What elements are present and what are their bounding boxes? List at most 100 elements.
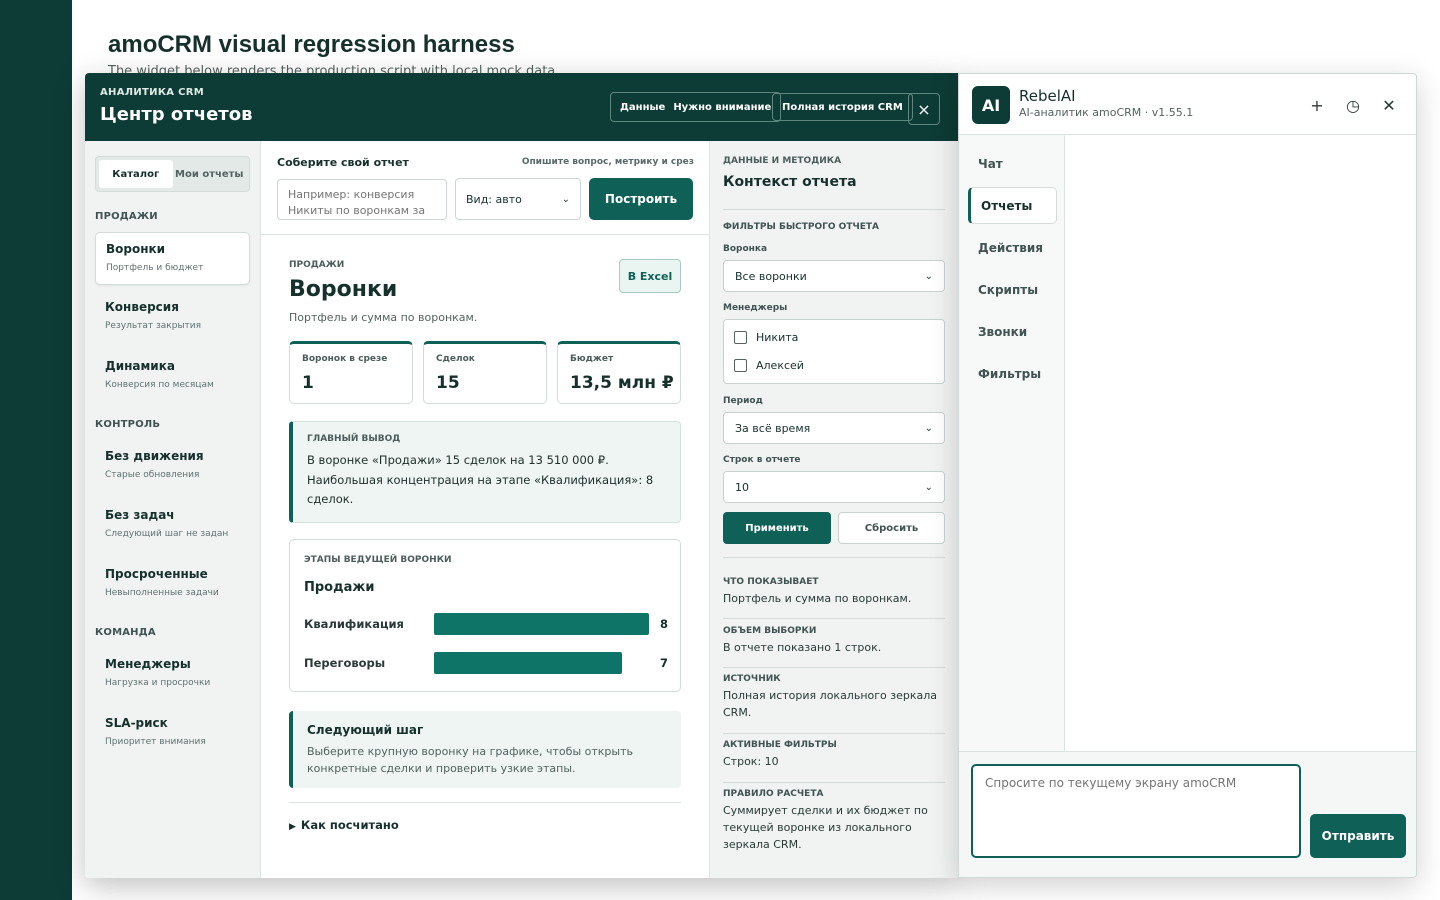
divider xyxy=(723,618,945,619)
view-select[interactable]: Вид: авто ⌄ xyxy=(455,178,581,220)
tab-scripts[interactable]: Скрипты xyxy=(968,271,1057,308)
send-button[interactable]: Отправить xyxy=(1310,814,1406,858)
report-context-panel: ДАННЫЕ И МЕТОДИКА Контекст отчета ФИЛЬТР… xyxy=(709,141,958,878)
nav-item-overdue[interactable]: Просроченные Невыполненные задачи xyxy=(95,558,250,611)
info-value: Полная история локального зеркала CRM. xyxy=(723,689,938,719)
assistant-name: RebelAI xyxy=(1019,87,1076,105)
nav-item-title: Динамика xyxy=(105,359,175,373)
full-history-button[interactable]: Полная история CRM xyxy=(772,93,913,121)
period-select[interactable]: За всё время ⌄ xyxy=(723,412,945,444)
divider xyxy=(723,667,945,668)
nav-item-dynamics[interactable]: Динамика Конверсия по месяцам xyxy=(95,350,250,403)
nav-item-subtitle: Конверсия по месяцам xyxy=(105,380,214,390)
rows-select-value: 10 xyxy=(735,480,749,494)
assistant-composer: Отправить xyxy=(959,751,1416,877)
funnel-select[interactable]: Все воронки ⌄ xyxy=(723,260,945,292)
assistant-question-input[interactable] xyxy=(971,764,1301,858)
header-segment-group: Данные Нужно внимание xyxy=(610,92,782,122)
manager-name: Алексей xyxy=(756,359,804,372)
rows-select[interactable]: 10 ⌄ xyxy=(723,471,945,503)
close-icon[interactable]: ✕ xyxy=(1379,95,1399,115)
plus-icon[interactable]: + xyxy=(1307,95,1327,115)
stage-row[interactable]: Переговоры 7 xyxy=(304,652,674,674)
chevron-down-icon: ⌄ xyxy=(924,422,933,434)
data-button[interactable]: Данные xyxy=(620,102,665,113)
attention-button[interactable]: Нужно внимание xyxy=(673,102,771,113)
chevron-down-icon: ⌄ xyxy=(924,270,933,282)
report-catalog-nav: Каталог Мои отчеты ПРОДАЖИ Воронки Портф… xyxy=(85,141,261,878)
close-icon[interactable]: × xyxy=(908,93,940,125)
assistant-content xyxy=(1065,135,1416,751)
report-builder: Соберите свой отчет Опишите вопрос, метр… xyxy=(261,141,709,235)
nav-item-subtitle: Приоритет внимания xyxy=(105,737,206,747)
info-value: В отчете показано 1 строк. xyxy=(723,641,882,654)
info-value: Строк: 10 xyxy=(723,755,779,768)
divider xyxy=(723,557,945,558)
tab-calls[interactable]: Звонки xyxy=(968,313,1057,350)
reset-filters-button[interactable]: Сбросить xyxy=(838,512,945,544)
nav-item-title: Без движения xyxy=(105,449,204,463)
tab-actions[interactable]: Действия xyxy=(968,229,1057,266)
filters-title: ФИЛЬТРЫ БЫСТРОГО ОТЧЕТА xyxy=(723,222,879,232)
nav-section-control: КОНТРОЛЬ xyxy=(95,419,161,430)
nav-item-subtitle: Старые обновления xyxy=(105,470,200,480)
nav-item-funnels[interactable]: Воронки Портфель и бюджет xyxy=(95,232,250,285)
kpi-label: Бюджет xyxy=(570,354,614,364)
kpi-label: Воронок в срезе xyxy=(302,354,388,364)
export-excel-button[interactable]: В Excel xyxy=(619,259,681,293)
info-sample-size: ОБЪЕМ ВЫБОРКИ В отчете показано 1 строк. xyxy=(723,626,945,656)
page-title: amoCRM visual regression harness xyxy=(108,31,515,58)
how-calculated-toggle[interactable]: ▶ Как посчитано xyxy=(289,802,681,832)
tab-catalog[interactable]: Каталог xyxy=(99,160,173,188)
nav-item-conversion[interactable]: Конверсия Результат закрытия xyxy=(95,291,250,344)
tab-my-reports[interactable]: Мои отчеты xyxy=(173,160,247,188)
period-select-value: За всё время xyxy=(735,421,811,435)
period-filter-label: Период xyxy=(723,396,763,406)
nav-item-title: Воронки xyxy=(106,242,166,256)
build-report-button[interactable]: Построить xyxy=(589,178,693,220)
stage-label: Переговоры xyxy=(304,656,386,670)
funnel-filter-label: Воронка xyxy=(723,244,768,254)
reports-modal: АНАЛИТИКА CRM Центр отчетов Данные Нужно… xyxy=(85,73,958,878)
tab-reports[interactable]: Отчеты xyxy=(968,187,1057,224)
nav-item-no-movement[interactable]: Без движения Старые обновления xyxy=(95,440,250,493)
assistant-version: AI-аналитик amoCRM · v1.55.1 xyxy=(1019,106,1194,119)
manager-checkbox-nikita[interactable]: Никита xyxy=(734,331,798,344)
nav-item-title: SLA-риск xyxy=(105,716,168,730)
conclusion-body: В воронке «Продажи» 15 сделок на 13 510 … xyxy=(307,453,654,506)
checkbox[interactable] xyxy=(734,331,747,344)
nav-item-subtitle: Портфель и бюджет xyxy=(106,263,204,273)
caret-right-icon: ▶ xyxy=(289,822,296,832)
nav-item-title: Конверсия xyxy=(105,300,179,314)
nav-item-sla-risk[interactable]: SLA-риск Приоритет внимания xyxy=(95,707,250,760)
assistant-sidebar: Чат Отчеты Действия Скрипты Звонки Фильт… xyxy=(959,135,1065,751)
tab-chat[interactable]: Чат xyxy=(968,145,1057,182)
report-query-input[interactable] xyxy=(277,179,447,220)
nav-item-no-tasks[interactable]: Без задач Следующий шаг не задан xyxy=(95,499,250,552)
history-icon[interactable]: ◷ xyxy=(1343,95,1363,115)
conclusion-kicker: ГЛАВНЫЙ ВЫВОД xyxy=(307,434,401,444)
apply-filters-button[interactable]: Применить xyxy=(723,512,831,544)
info-key: ЧТО ПОКАЗЫВАЕТ xyxy=(723,577,819,587)
info-what-shows: ЧТО ПОКАЗЫВАЕТ Портфель и сумма по ворон… xyxy=(723,577,945,607)
report-description: Портфель и сумма по воронкам. xyxy=(289,311,478,324)
how-calculated-label: Как посчитано xyxy=(300,818,399,832)
manager-name: Никита xyxy=(756,331,799,344)
stage-row[interactable]: Квалификация 8 xyxy=(304,613,674,635)
assistant-logo: AI xyxy=(972,86,1010,124)
stage-label: Квалификация xyxy=(304,617,404,631)
stage-bar[interactable] xyxy=(434,613,649,635)
nav-item-managers[interactable]: Менеджеры Нагрузка и просрочки xyxy=(95,648,250,701)
manager-checkbox-aleksey[interactable]: Алексей xyxy=(734,359,804,372)
modal-header: АНАЛИТИКА CRM Центр отчетов Данные Нужно… xyxy=(85,73,958,141)
nav-item-subtitle: Невыполненные задачи xyxy=(105,588,219,598)
context-title: Контекст отчета xyxy=(723,174,857,190)
kpi-card: Воронок в срезе 1 xyxy=(289,341,413,404)
stage-bar[interactable] xyxy=(434,652,622,674)
modal-kicker: АНАЛИТИКА CRM xyxy=(100,87,204,98)
tab-filters[interactable]: Фильтры xyxy=(968,355,1057,392)
kpi-value: 1 xyxy=(302,373,314,393)
checkbox[interactable] xyxy=(734,359,747,372)
info-key: АКТИВНЫЕ ФИЛЬТРЫ xyxy=(723,740,837,750)
info-value: Суммирует сделки и их бюджет по текущей … xyxy=(723,804,928,851)
